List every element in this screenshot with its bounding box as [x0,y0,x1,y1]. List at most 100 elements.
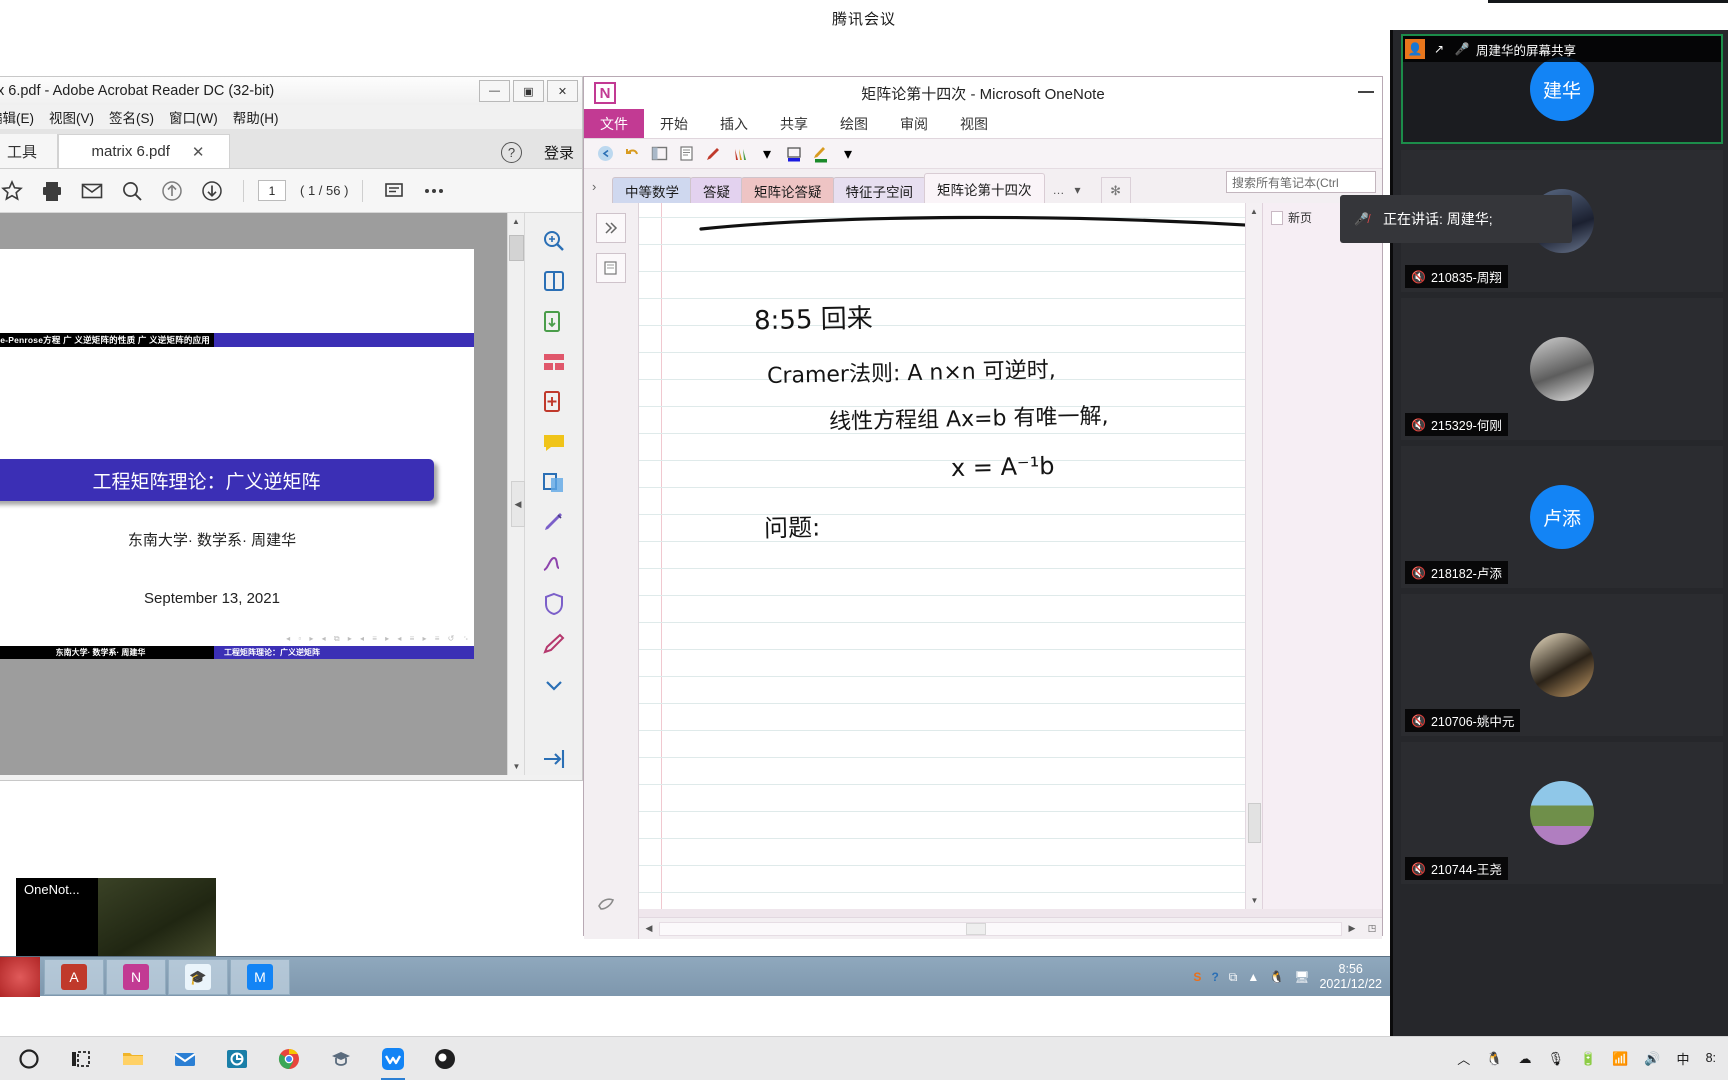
email-icon[interactable] [75,174,109,208]
upload-icon[interactable] [155,174,189,208]
scroll-up-icon[interactable]: ▲ [1246,203,1262,220]
minimize-button[interactable]: — [479,80,510,102]
print-icon[interactable] [35,174,69,208]
chevron-right-icon[interactable]: › [592,179,596,194]
inner-clock[interactable]: 8:56 2021/12/22 [1319,962,1382,992]
close-button[interactable]: ✕ [547,80,578,102]
stamp-icon[interactable] [534,628,574,660]
comment-tool-icon[interactable] [534,427,574,459]
hscroll-thumb[interactable] [966,922,987,935]
new-section-icon[interactable]: ✻ [1100,177,1131,203]
section-tab-1[interactable]: 答疑 [690,177,743,203]
qq-icon[interactable]: 🐧 [1486,1051,1502,1067]
maximize-button[interactable]: ▣ [513,80,544,102]
taskbar-button-onenote[interactable]: N [106,959,166,995]
qq-icon[interactable]: 🐧 [1269,970,1284,984]
obs-icon[interactable] [430,1044,460,1074]
tab-tools[interactable]: 工具 [0,134,59,168]
ribbon-tab-review[interactable]: 审阅 [884,109,944,138]
zoom-tool-icon[interactable] [534,225,574,257]
close-icon[interactable]: ✕ [192,143,205,161]
tab-document[interactable]: matrix 6.pdf ✕ [58,134,231,168]
taskbar-preview-thumbnail[interactable]: OneNot... [16,878,216,956]
start-icon[interactable] [14,1044,44,1074]
hscroll-track[interactable] [659,921,1342,936]
onenote-window[interactable]: N 矩阵论第十四次 - Microsoft OneNote 文件 开始 插入 共… [583,76,1383,939]
taskbar-button-classin[interactable]: 🎓 [168,959,228,995]
onedrive-icon[interactable]: ☁ [1518,1051,1531,1067]
participant-tile[interactable]: 🔇 210744-王尧 [1401,742,1723,884]
send-icon[interactable] [534,743,574,775]
chevron-down-icon[interactable]: ▾ [1075,183,1081,197]
display-icon[interactable]: 🖥 [1294,970,1309,984]
onenote-page-canvas[interactable]: 8:55 回来 Cramer法则: A n×n 可逆时, 线性方程组 Ax=b 有唯… [639,203,1262,909]
sogou-input-icon[interactable]: S [1193,970,1201,984]
ppt-viewer-icon[interactable] [222,1044,252,1074]
page-panel-icon[interactable] [596,253,626,283]
protect-icon[interactable] [534,588,574,620]
page-icon[interactable] [677,145,695,163]
menu-sign[interactable]: 签名(S) [109,107,154,127]
comment-icon[interactable] [377,174,411,208]
mic-icon[interactable]: 🎙 [1547,1051,1564,1067]
rail-collapse-icon[interactable]: ◀ [511,481,525,527]
ribbon-tab-share[interactable]: 共享 [764,109,824,138]
sign-in-button[interactable]: 登录 [544,142,574,163]
menu-view[interactable]: 视图(V) [49,107,94,127]
participant-tile[interactable]: 🔇 215329-何刚 [1401,298,1723,440]
onenote-horizontal-scrollbar[interactable]: ◀ ▶ ◳ [639,917,1382,939]
chevron-down-icon[interactable]: ▾ [758,145,776,163]
classin-icon[interactable] [326,1044,356,1074]
battery-icon[interactable]: 🔋 [1580,1051,1596,1067]
highlighter-blue-icon[interactable] [785,145,803,163]
taskbar-button-acrobat[interactable]: A [44,959,104,995]
ribbon-tab-file[interactable]: 文件 [584,109,644,138]
section-overflow[interactable]: … ▾ [1043,177,1091,203]
minimize-button[interactable] [1358,91,1374,93]
export-pdf-icon[interactable] [534,306,574,338]
zoom-search-icon[interactable] [115,174,149,208]
chevron-down-icon[interactable] [534,668,574,700]
undo-icon[interactable] [623,145,641,163]
ribbon-tab-home[interactable]: 开始 [644,109,704,138]
network-icon[interactable]: ⧉ [1229,970,1238,985]
start-icon[interactable] [0,957,40,997]
show-hidden-icon[interactable]: ▲ [1247,970,1259,984]
section-tab-2[interactable]: 矩阵论答疑 [741,177,835,203]
file-explorer-icon[interactable] [118,1044,148,1074]
scroll-right-icon[interactable]: ▶ [1342,923,1362,934]
section-tab-4[interactable]: 矩阵论第十四次 [924,173,1045,203]
navigation-icon[interactable] [596,213,626,243]
pen-icon[interactable] [704,145,722,163]
participant-tile[interactable]: 建华 👤 ↗ 🎤 周建华的屏幕共享 [1401,34,1723,144]
star-icon[interactable] [0,174,29,208]
create-pdf-icon[interactable] [534,386,574,418]
volume-icon[interactable]: 🔊 [1644,1051,1660,1067]
scroll-left-icon[interactable]: ◀ [639,923,659,934]
onenote-vertical-scrollbar[interactable]: ▲ ▼ [1245,203,1262,909]
participant-tile[interactable]: 卢添 🔇 218182-卢添 [1401,446,1723,588]
help-icon[interactable]: ? [1211,970,1218,984]
ribbon-tab-insert[interactable]: 插入 [704,109,764,138]
page-number-input[interactable]: 1 [258,180,286,201]
resize-grip-icon[interactable]: ◳ [1362,923,1382,934]
download-icon[interactable] [195,174,229,208]
scroll-thumb[interactable] [509,235,524,261]
wifi-icon[interactable]: 📶 [1612,1051,1628,1067]
section-tab-3[interactable]: 特征子空间 [832,177,926,203]
combine-files-icon[interactable] [534,467,574,499]
organize-pages-icon[interactable] [534,346,574,378]
chrome-icon[interactable] [274,1044,304,1074]
ribbon-tab-draw[interactable]: 绘图 [824,109,884,138]
menu-edit[interactable]: 编辑(E) [0,107,34,127]
ime-indicator[interactable]: 中 [1677,1049,1690,1068]
search-input[interactable]: 搜索所有笔记本(Ctrl [1226,171,1376,193]
outer-clock[interactable]: 8: [1706,1051,1716,1066]
help-icon[interactable]: ? [500,142,522,163]
scroll-down-icon[interactable]: ▼ [1246,892,1263,909]
tencent-meeting-icon[interactable] [378,1044,408,1080]
more-icon[interactable] [417,174,451,208]
book-icon[interactable] [534,265,574,297]
section-tab-0[interactable]: 中等数学 [612,177,692,203]
task-view-icon[interactable] [66,1044,96,1074]
